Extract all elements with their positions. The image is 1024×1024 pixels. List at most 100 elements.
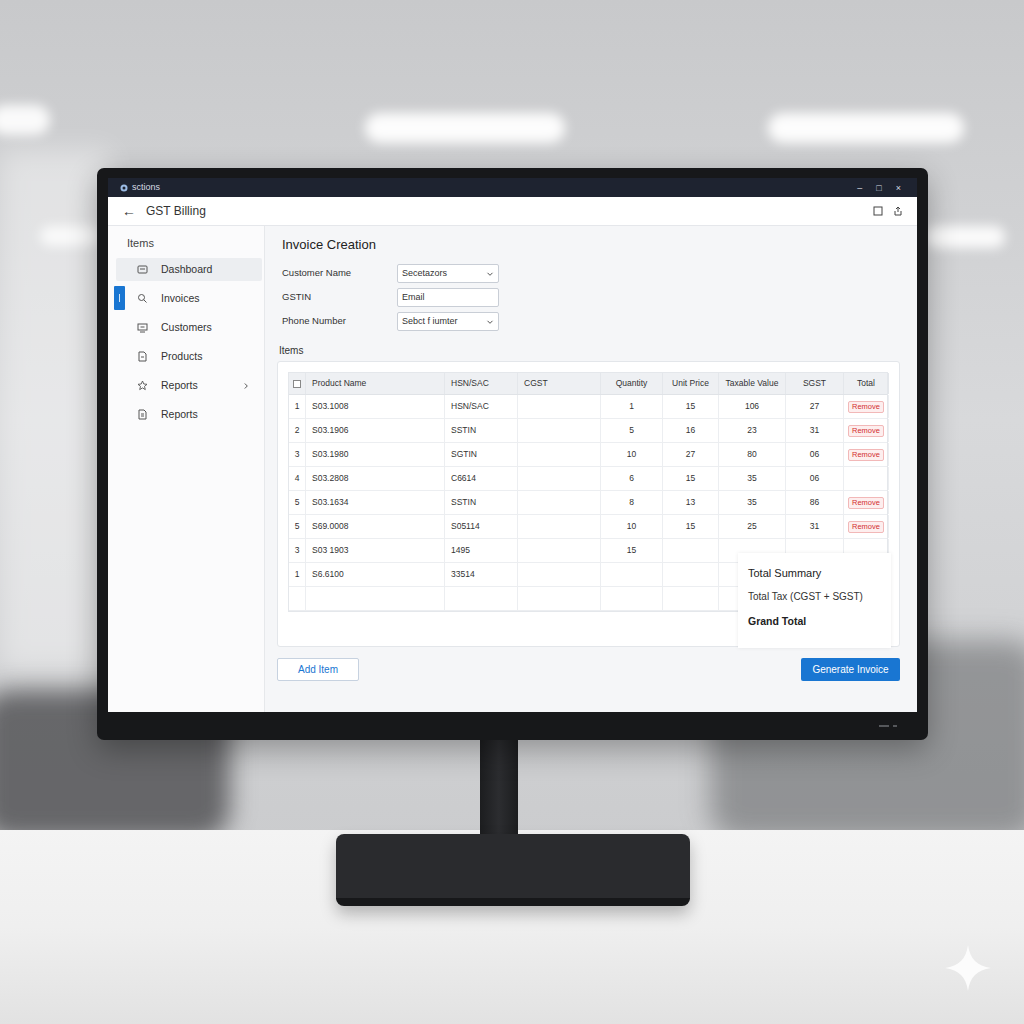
sidebar-label: Dashboard: [161, 262, 212, 278]
cell-text: SSTIN: [451, 496, 476, 509]
remove-button[interactable]: Remove: [848, 401, 884, 413]
remove-button[interactable]: Remove: [848, 449, 884, 461]
table-cell: 1: [289, 563, 306, 586]
sidebar-item[interactable]: Reports: [108, 371, 264, 400]
cell-text: 2: [295, 424, 300, 437]
sidebar-item[interactable]: Reports: [108, 400, 264, 429]
add-item-button[interactable]: Add Item: [277, 658, 359, 681]
monitor: sctions–□×←GST BillingItemsDashboardInvo…: [97, 168, 928, 740]
sidebar-item-row[interactable]: Reports: [116, 403, 262, 426]
items-label: Items: [279, 345, 905, 357]
active-marker: [114, 286, 125, 310]
monitor-chin: [108, 712, 917, 740]
table-cell: 15: [663, 467, 719, 490]
sidebar-item[interactable]: Dashboard: [108, 255, 264, 284]
cell-text: 5: [295, 520, 300, 533]
sidebar-item-row[interactable]: Reports: [116, 374, 262, 397]
table-cell: [445, 587, 518, 610]
cell-text: 10: [627, 520, 636, 533]
led-icon: [893, 725, 897, 727]
active-marker: [114, 344, 125, 368]
table-cell: [518, 467, 601, 490]
main-panel: Invoice CreationCustomer NameSecetazorsG…: [265, 226, 917, 712]
generate-invoice-button[interactable]: Generate Invoice: [801, 658, 900, 681]
cell-text: 13: [686, 496, 695, 509]
window-control-button[interactable]: –: [857, 182, 862, 194]
header-cell: Taxable Value: [719, 373, 786, 394]
cell-text: 35: [747, 472, 756, 485]
cell-text: S03.1634: [312, 496, 348, 509]
cell-text: 8: [629, 496, 634, 509]
table-cell: Remove: [844, 515, 889, 538]
column-label: Quantity: [616, 377, 648, 390]
table-cell: SSTIN: [445, 491, 518, 514]
cell-text: S69.0008: [312, 520, 348, 533]
marker-line: [119, 410, 120, 418]
table-cell: 5: [601, 419, 663, 442]
cell-text: 3: [295, 448, 300, 461]
field-value: Email: [402, 291, 425, 305]
table-cell: [601, 587, 663, 610]
table-cell: 31: [786, 419, 844, 442]
cell-text: 10: [627, 448, 636, 461]
field-label: GSTIN: [282, 290, 397, 304]
menu-icon: [137, 380, 148, 391]
sidebar-item[interactable]: Products: [108, 342, 264, 371]
text-field[interactable]: Email: [397, 288, 499, 307]
cell-text: 35: [747, 496, 756, 509]
table-cell: [518, 491, 601, 514]
cell-text: S03.1980: [312, 448, 348, 461]
table-cell: 31: [786, 515, 844, 538]
sidebar-item[interactable]: Invoices: [108, 284, 264, 313]
marker-line: [119, 381, 120, 389]
table-cell: S03 1903: [306, 539, 445, 562]
table-cell: 06: [786, 443, 844, 466]
table-cell: [663, 587, 719, 610]
select-field[interactable]: Sebct f iumter: [397, 312, 499, 331]
cell-text: 15: [686, 472, 695, 485]
ceiling-light: [365, 113, 565, 143]
table-cell: 25: [719, 515, 786, 538]
table-cell: 4: [289, 467, 306, 490]
cell-text: S03.2808: [312, 472, 348, 485]
table-cell: 3: [289, 443, 306, 466]
table-cell: 5: [289, 491, 306, 514]
header-cell: Quantity: [601, 373, 663, 394]
sidebar-label: Reports: [161, 407, 198, 423]
cell-text: C6614: [451, 472, 476, 485]
remove-button[interactable]: Remove: [848, 521, 884, 533]
cell-text: 3: [295, 544, 300, 557]
select-field[interactable]: Secetazors: [397, 264, 499, 283]
table-cell: 10: [601, 515, 663, 538]
sidebar-label: Products: [161, 349, 202, 365]
sidebar-item-row[interactable]: Dashboard: [116, 258, 262, 281]
sidebar-label: Customers: [161, 320, 212, 336]
select-all-checkbox[interactable]: [293, 380, 301, 388]
chevron-right-icon: [242, 382, 250, 390]
cell-text: SGTIN: [451, 448, 477, 461]
active-marker: [114, 257, 125, 281]
sidebar-item-row[interactable]: Customers: [116, 316, 262, 339]
sidebar-item-row[interactable]: Products: [116, 345, 262, 368]
table-cell: [518, 515, 601, 538]
table-cell: Remove: [844, 419, 889, 442]
table-cell: 86: [786, 491, 844, 514]
window-control-button[interactable]: □: [876, 182, 881, 194]
sidebar-list: Dashboard Invoices Customers Products Report…: [108, 255, 264, 429]
cell-text: 15: [686, 400, 695, 413]
sidebar-item[interactable]: Customers: [108, 313, 264, 342]
table-cell: [306, 587, 445, 610]
back-button[interactable]: ←: [122, 203, 136, 219]
remove-button[interactable]: Remove: [848, 425, 884, 437]
table-cell: 16: [663, 419, 719, 442]
cell-text: 1: [295, 400, 300, 413]
marker-line: [119, 294, 120, 302]
table-cell: 13: [663, 491, 719, 514]
table-cell: S6.6100: [306, 563, 445, 586]
summary-line: Total Tax (CGST + SGST): [748, 590, 887, 603]
remove-button[interactable]: Remove: [848, 497, 884, 509]
table-row: 5S69.0008S0511410152531Remove: [289, 515, 887, 539]
table-row: 3S03.1980SGTIN10278006Remove: [289, 443, 887, 467]
window-control-button[interactable]: ×: [896, 182, 901, 194]
sidebar-item-row[interactable]: Invoices: [116, 287, 262, 310]
